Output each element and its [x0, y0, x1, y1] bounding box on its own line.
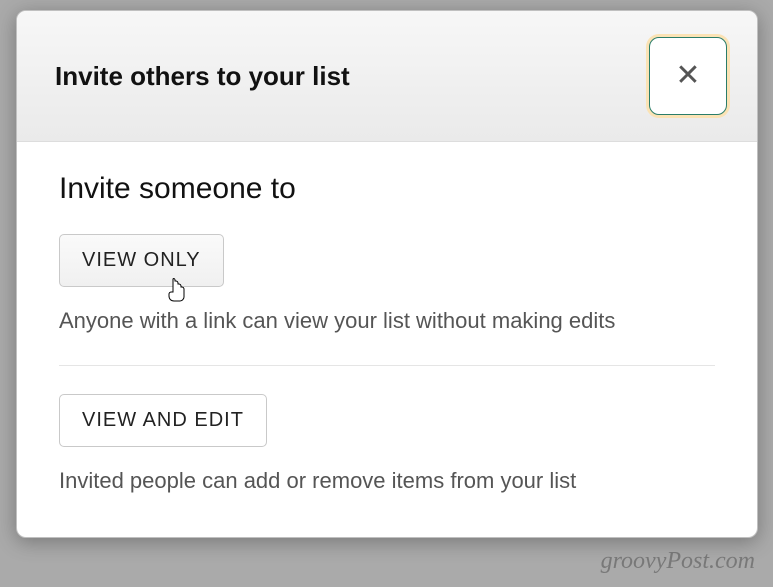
view-only-description: Anyone with a link can view your list wi…: [59, 305, 715, 337]
options-divider: [59, 365, 715, 366]
view-only-button[interactable]: VIEW ONLY: [59, 234, 224, 287]
view-and-edit-description: Invited people can add or remove items f…: [59, 465, 715, 497]
close-icon: ✕: [675, 61, 700, 91]
invite-dialog: Invite others to your list ✕ Invite some…: [16, 10, 758, 538]
close-button[interactable]: ✕: [649, 37, 727, 115]
view-and-edit-button[interactable]: VIEW AND EDIT: [59, 394, 267, 447]
dialog-header: Invite others to your list ✕: [17, 11, 757, 142]
invite-heading: Invite someone to: [59, 172, 715, 206]
view-only-option-wrap: VIEW ONLY: [59, 234, 224, 287]
dialog-body: Invite someone to VIEW ONLY Anyone with …: [17, 142, 757, 537]
dialog-title: Invite others to your list: [55, 61, 350, 92]
